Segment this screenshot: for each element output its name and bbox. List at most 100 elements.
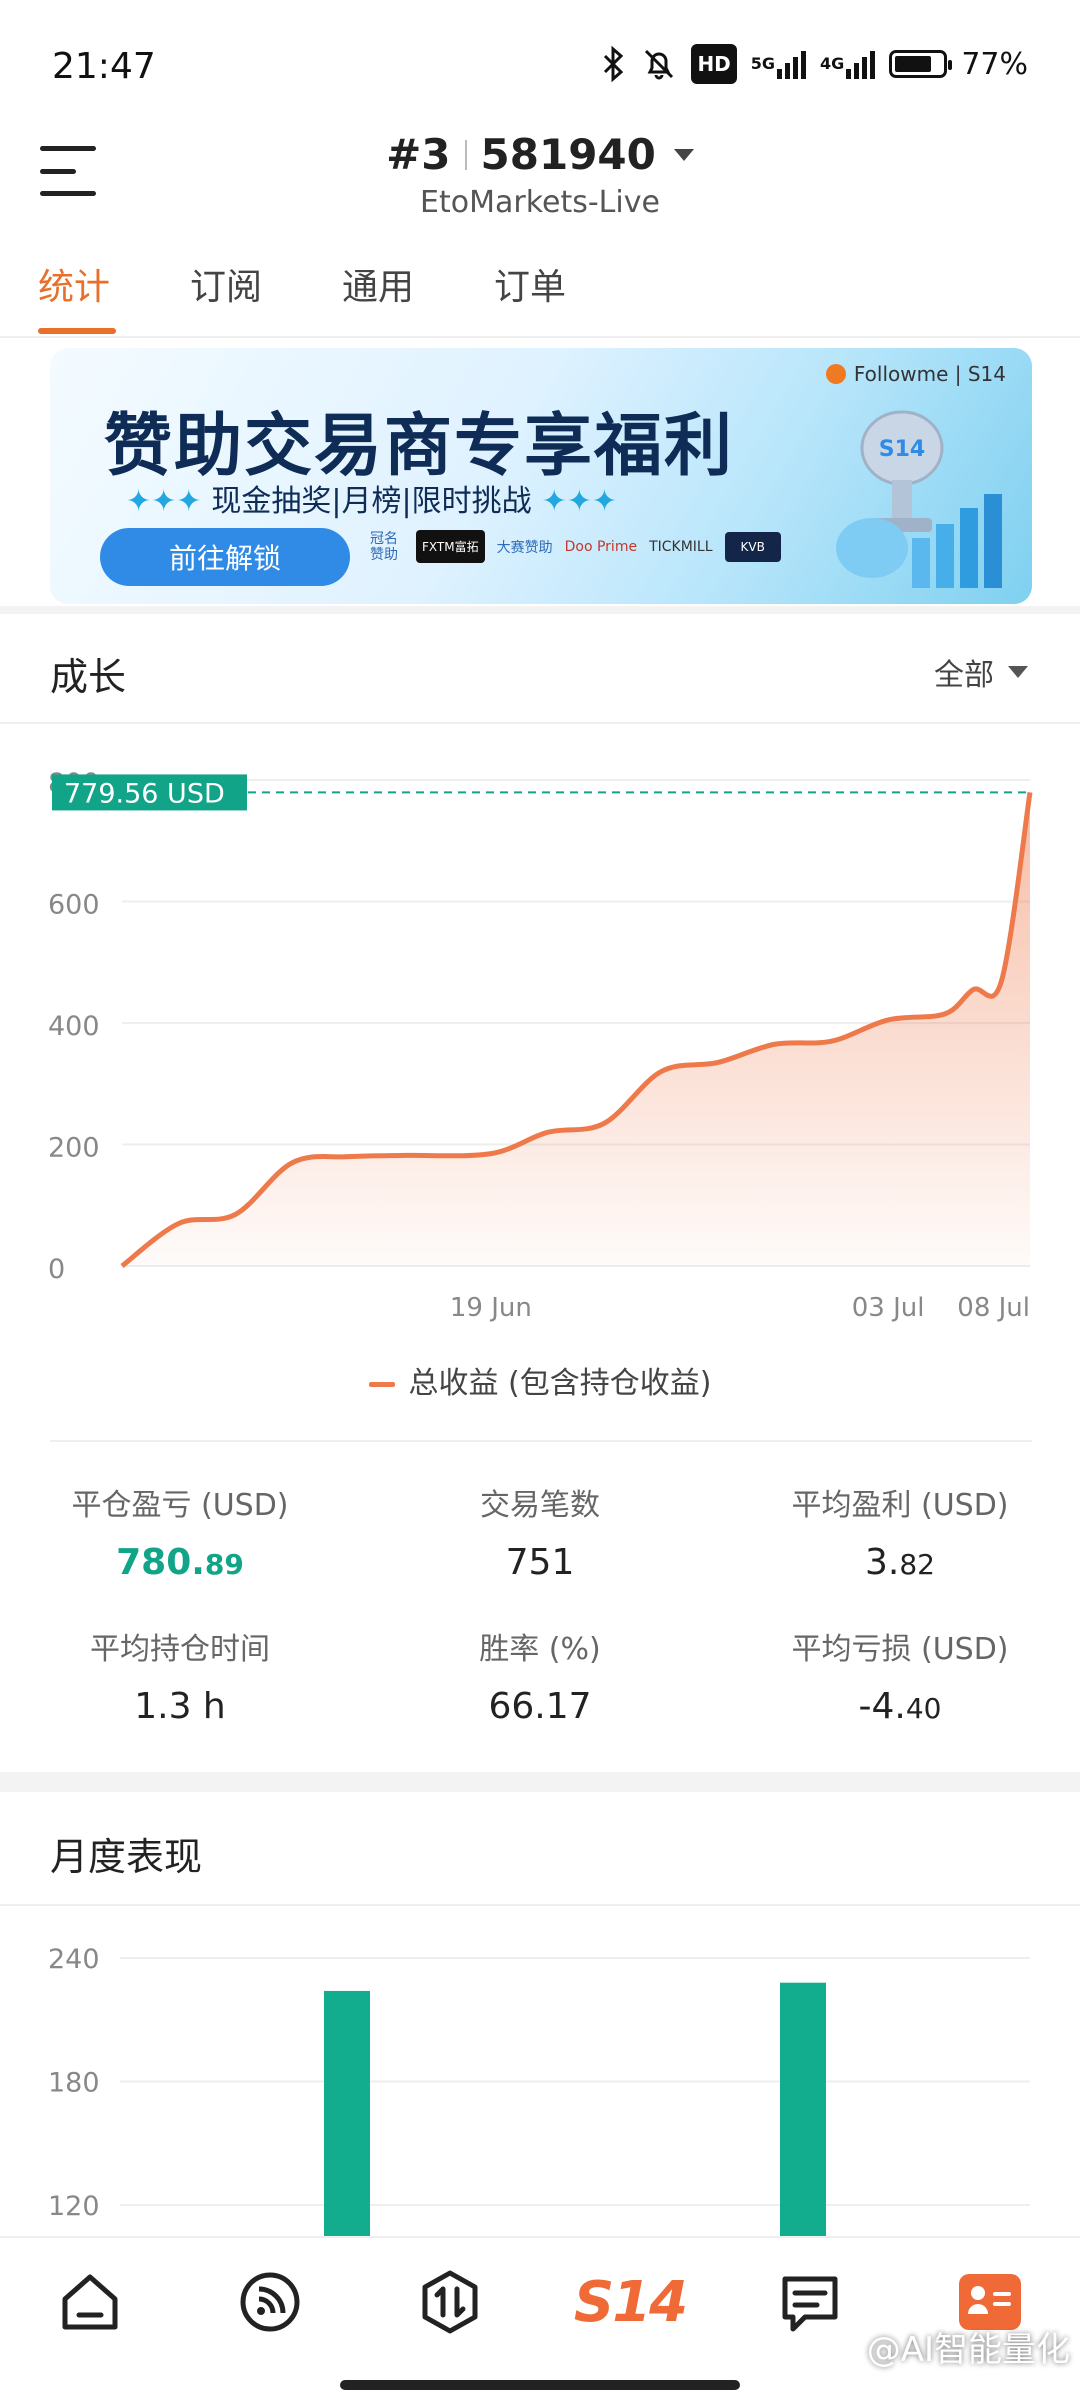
section-divider bbox=[0, 606, 1080, 614]
stat-item: 交易笔数 751 bbox=[360, 1480, 720, 1583]
x-tick-label: 03 Jul bbox=[852, 1293, 925, 1323]
x-tick-label: 19 Jun bbox=[450, 1293, 532, 1323]
legend-swatch bbox=[368, 1382, 395, 1387]
bar-chart-decoration-icon bbox=[836, 494, 1002, 588]
monthly-title: 月度表现 bbox=[50, 1835, 203, 1879]
y-tick-label: 180 bbox=[48, 2068, 100, 2099]
stat-value-decimal: 40 bbox=[905, 1692, 942, 1725]
banner-title: 赞助交易商专享福利 bbox=[104, 407, 735, 486]
partner-tickmill: TICKMILL bbox=[649, 538, 713, 555]
account-switcher[interactable]: #3 581940 EtoMarkets-Live bbox=[0, 130, 1080, 220]
tab-bar: 统计 订阅 通用 订单 bbox=[0, 250, 1080, 338]
partner-label: 大赛赞助 bbox=[496, 539, 553, 556]
stat-value-int: 780. bbox=[116, 1542, 205, 1583]
stat-value-int: -4. bbox=[858, 1686, 906, 1727]
growth-chart: 020040060080019 Jun03 Jul08 Jul779.56 US… bbox=[48, 768, 1033, 1323]
promo-banner[interactable]: Followme | S14 赞助交易商专享福利 ✦✦✦ 现金抽奖|月榜|限时挑战… bbox=[50, 348, 1032, 604]
server-name: EtoMarkets-Live bbox=[420, 185, 660, 220]
net-4g-label: 4G bbox=[820, 54, 845, 73]
stat-label: 平均亏损 (USD) bbox=[791, 1632, 1009, 1667]
home-indicator[interactable] bbox=[340, 2380, 740, 2390]
watermark: @AI智能量化 bbox=[866, 2330, 1070, 2370]
banner-brand: Followme | S14 bbox=[825, 362, 1006, 386]
sponsor-label: 冠名赞助 bbox=[370, 530, 398, 563]
y-tick-label: 600 bbox=[48, 890, 100, 921]
status-icons: HD 5G 4G 77% bbox=[601, 44, 1028, 84]
monthly-chart: 120 180 240 bbox=[48, 1944, 1030, 2240]
mute-bell-icon bbox=[641, 44, 677, 84]
chat-news-icon bbox=[782, 2276, 838, 2332]
stat-label: 交易笔数 bbox=[480, 1488, 600, 1523]
battery-icon bbox=[889, 44, 953, 84]
month-bar bbox=[324, 1990, 370, 2240]
stat-item: 胜率 (%) 66.17 bbox=[360, 1624, 720, 1727]
y-tick-label: 0 bbox=[48, 1254, 65, 1285]
battery-percent: 77% bbox=[961, 46, 1028, 82]
stat-value: 66.17 bbox=[360, 1686, 720, 1727]
stat-item: 平仓盈亏 (USD) 780.89 bbox=[0, 1480, 360, 1583]
partner-kvb: KVB bbox=[724, 531, 781, 562]
growth-legend: 总收益 (包含持仓收益) bbox=[0, 1358, 1080, 1402]
partner-doo: Doo Prime bbox=[564, 538, 638, 555]
y-tick-label: 200 bbox=[48, 1133, 100, 1164]
status-bar: 21:47 HD 5G 4G 77% bbox=[0, 0, 1080, 120]
app-header: #3 581940 EtoMarkets-Live bbox=[0, 120, 1080, 230]
tab-general[interactable]: 通用 bbox=[342, 258, 414, 310]
nav-trade[interactable] bbox=[360, 2238, 540, 2366]
sponsor-row: 冠名赞助 FXTM富拓 大赛赞助 Doo Prime TICKMILL KVB bbox=[370, 530, 781, 563]
stat-value-int: 3. bbox=[865, 1542, 900, 1583]
caret-down-icon bbox=[1008, 666, 1028, 678]
caret-down-icon bbox=[673, 148, 694, 161]
month-bar bbox=[780, 1982, 826, 2240]
nav-s14[interactable]: S14 bbox=[540, 2238, 720, 2366]
stat-label: 平仓盈亏 (USD) bbox=[71, 1488, 289, 1523]
banner-brand-text: Followme | S14 bbox=[853, 362, 1006, 386]
unlock-button[interactable]: 前往解锁 bbox=[100, 528, 350, 586]
svg-text:S14: S14 bbox=[879, 437, 925, 462]
stats-divider bbox=[50, 1440, 1032, 1442]
net-5g-label: 5G bbox=[750, 54, 776, 73]
signal-4g-icon: 4G bbox=[820, 44, 876, 84]
signal-5g-icon: 5G bbox=[750, 44, 807, 84]
stat-label: 平均盈利 (USD) bbox=[791, 1488, 1009, 1523]
stat-item: 平均亏损 (USD) -4.40 bbox=[720, 1624, 1080, 1727]
tab-stats[interactable]: 统计 bbox=[38, 258, 110, 310]
tab-orders[interactable]: 订单 bbox=[494, 258, 566, 310]
stat-value-decimal: 89 bbox=[204, 1548, 244, 1581]
stat-label: 平均持仓时间 bbox=[90, 1632, 270, 1667]
stat-value: 1.3 h bbox=[0, 1686, 360, 1727]
stat-value-int: 751 bbox=[505, 1542, 575, 1583]
stat-value-decimal: 82 bbox=[899, 1548, 935, 1581]
hd-voice-badge: HD bbox=[691, 44, 737, 84]
fxtm-logo: FXTM富拓 bbox=[416, 530, 485, 563]
stat-value: 3.82 bbox=[720, 1542, 1080, 1583]
account-rank: #3 bbox=[386, 130, 451, 179]
stat-item: 平均持仓时间 1.3 h bbox=[0, 1624, 360, 1727]
range-label: 全部 bbox=[934, 658, 994, 693]
legend-label: 总收益 (包含持仓收益) bbox=[408, 1366, 712, 1401]
home-icon bbox=[62, 2274, 118, 2330]
stat-value-int: 66.17 bbox=[488, 1686, 592, 1727]
y-tick-label: 120 bbox=[48, 2191, 100, 2222]
sparkle-icon: ✦✦✦ bbox=[126, 484, 202, 519]
banner-subtitle-text: 现金抽奖|月榜|限时挑战 bbox=[211, 484, 532, 519]
active-tab-indicator bbox=[38, 328, 116, 334]
nav-feed[interactable] bbox=[180, 2238, 360, 2366]
stat-value-int: 1.3 h bbox=[134, 1686, 226, 1727]
y-tick-label: 240 bbox=[48, 1944, 100, 1975]
y-tick-label: 400 bbox=[48, 1011, 100, 1042]
trade-icon bbox=[422, 2270, 478, 2334]
banner-subtitle: ✦✦✦ 现金抽奖|月榜|限时挑战 ✦✦✦ bbox=[116, 476, 627, 520]
section-divider bbox=[0, 1772, 1080, 1792]
feed-icon bbox=[240, 2272, 300, 2332]
rank-divider bbox=[464, 139, 467, 170]
current-value-label: 779.56 USD bbox=[64, 778, 225, 809]
monthly-header: 月度表现 bbox=[0, 1790, 1080, 1906]
range-selector[interactable]: 全部 bbox=[934, 650, 1028, 694]
account-number: 581940 bbox=[480, 130, 656, 179]
s14-logo: S14 bbox=[573, 2269, 688, 2335]
nav-home[interactable] bbox=[0, 2238, 180, 2366]
stat-label: 胜率 (%) bbox=[479, 1632, 601, 1667]
tab-subscribe[interactable]: 订阅 bbox=[190, 258, 262, 310]
sparkle-icon: ✦✦✦ bbox=[541, 484, 618, 519]
